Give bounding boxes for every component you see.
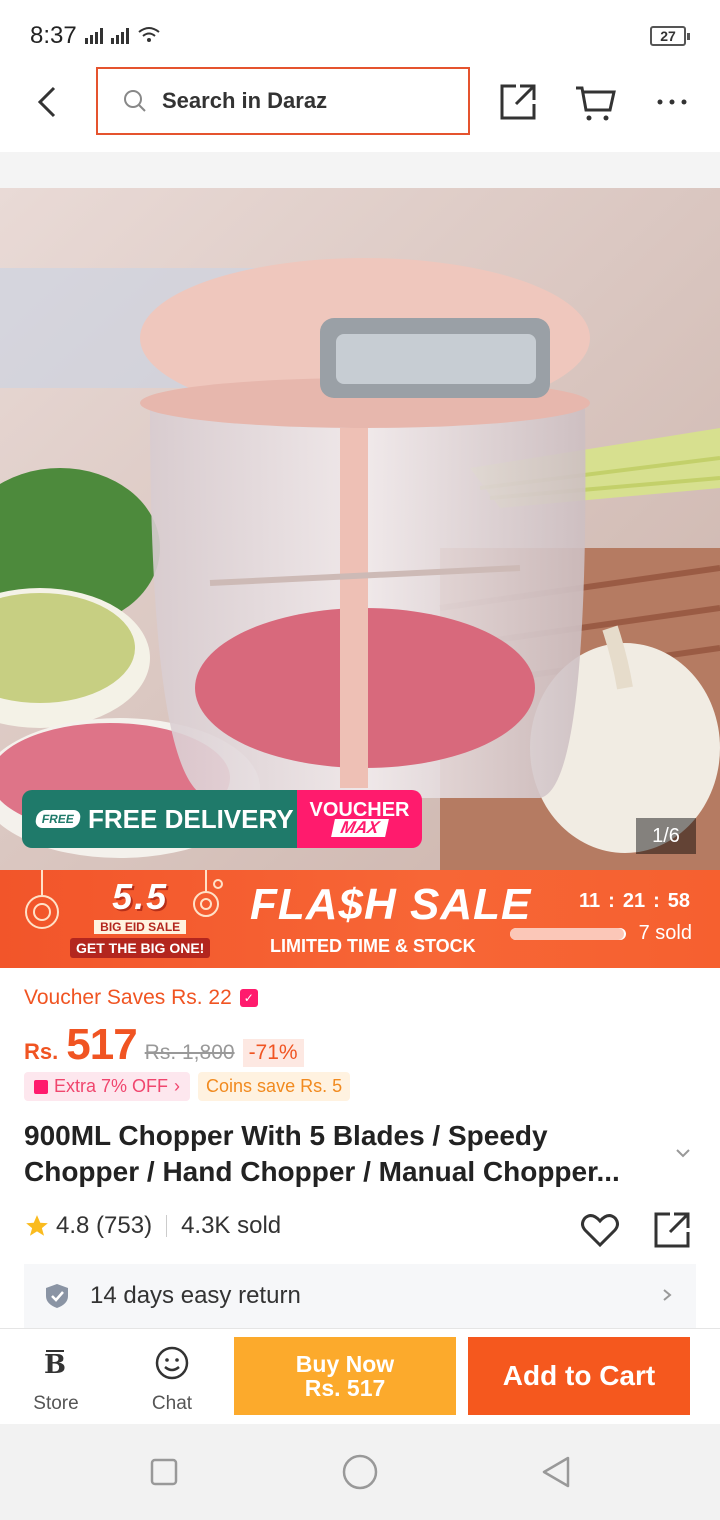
image-counter: 1/6 bbox=[636, 818, 696, 854]
chat-button[interactable]: Chat bbox=[132, 1343, 212, 1415]
timer-seconds: 58 bbox=[667, 890, 690, 912]
chat-icon bbox=[155, 1346, 189, 1380]
extra-off-chip[interactable]: Extra 7% OFF › bbox=[24, 1072, 191, 1101]
signal-icon bbox=[85, 26, 161, 44]
share-icon[interactable] bbox=[496, 80, 540, 124]
voucher-icon: ✓ bbox=[239, 989, 258, 1007]
separator bbox=[166, 1215, 168, 1237]
recents-icon[interactable] bbox=[146, 1454, 182, 1490]
original-price: Rs. 1,800 bbox=[144, 1041, 235, 1064]
voucher-label: VOUCHER bbox=[309, 799, 410, 821]
product-image-gallery[interactable]: FREE FREE DELIVERY VOUCHER MAX 1/6 bbox=[0, 188, 720, 870]
rating-row[interactable]: 4.8 (753) 4.3K sold bbox=[24, 1212, 281, 1240]
sold-count: 4.3K sold bbox=[181, 1212, 282, 1239]
rating-value: 4.8 (753) bbox=[56, 1212, 153, 1239]
wifi-icon bbox=[138, 27, 160, 42]
battery-icon: 27 bbox=[650, 26, 690, 46]
flash-sale-title: FLA$H SALE bbox=[250, 880, 532, 929]
more-icon[interactable] bbox=[650, 80, 694, 124]
campaign-number: 5.5 bbox=[112, 876, 169, 917]
search-placeholder: Search in Daraz bbox=[162, 88, 328, 113]
chopper-product-photo bbox=[0, 188, 720, 870]
buy-now-button[interactable]: Buy Now Rs. 517 bbox=[234, 1337, 456, 1415]
top-header: Search in Daraz bbox=[0, 64, 720, 152]
store-label: Store bbox=[33, 1393, 79, 1414]
product-info: Voucher Saves Rs. 22 ✓ Rs. 517 Rs. 1,800… bbox=[0, 968, 720, 1328]
back-icon[interactable] bbox=[28, 82, 68, 122]
flash-sale-banner[interactable]: 5.5 BIG EID SALE GET THE BIG ONE! FLA$H … bbox=[0, 870, 720, 968]
voucher-max-label: MAX bbox=[330, 818, 389, 837]
share-icon[interactable] bbox=[650, 1208, 694, 1252]
divider-band bbox=[0, 152, 720, 188]
store-button[interactable]: B Store bbox=[16, 1343, 96, 1415]
coins-chip[interactable]: Coins save Rs. 5 bbox=[198, 1072, 351, 1101]
search-input[interactable]: Search in Daraz bbox=[96, 67, 470, 135]
status-time: 8:37 bbox=[30, 22, 77, 49]
chevron-right-icon bbox=[663, 1289, 672, 1301]
product-title: 900ML Chopper With 5 Blades / Speedy Cho… bbox=[24, 1120, 620, 1187]
cart-icon[interactable] bbox=[572, 80, 616, 124]
return-policy-row[interactable]: 14 days easy return bbox=[24, 1264, 696, 1328]
voucher-saves[interactable]: Voucher Saves Rs. 22 ✓ bbox=[24, 986, 258, 1010]
shield-icon bbox=[46, 1284, 68, 1308]
timer-minutes: 21 bbox=[622, 890, 646, 912]
countdown-timer: 11: 21: 58 bbox=[579, 890, 690, 912]
timer-hours: 11 bbox=[579, 890, 601, 912]
chevron-right-icon: › bbox=[174, 1076, 181, 1096]
store-logo-icon: B bbox=[44, 1350, 66, 1380]
flash-sale-subtitle: LIMITED TIME & STOCK bbox=[270, 936, 476, 956]
back-nav-icon[interactable] bbox=[538, 1454, 574, 1490]
chevron-down-icon[interactable] bbox=[674, 1144, 692, 1162]
flash-sold-count: 7 sold bbox=[638, 922, 692, 944]
free-delivery-label: FREE DELIVERY bbox=[88, 803, 294, 834]
discount-badge: -71% bbox=[242, 1039, 304, 1067]
campaign-line1: BIG EID SALE bbox=[94, 920, 187, 934]
buy-now-label: Buy Now bbox=[295, 1351, 395, 1377]
free-tag: FREE bbox=[34, 810, 82, 828]
voucher-saves-label: Voucher Saves Rs. 22 bbox=[24, 986, 232, 1009]
campaign-line2: GET THE BIG ONE! bbox=[70, 938, 211, 958]
promo-chips: Extra 7% OFF › Coins save Rs. 5 bbox=[24, 1072, 351, 1101]
campaign-badge: 5.5 BIG EID SALE GET THE BIG ONE! bbox=[70, 876, 211, 958]
star-icon bbox=[26, 1215, 48, 1236]
heart-icon[interactable] bbox=[578, 1208, 622, 1252]
product-page: 8:37 27 Search in Daraz FREE FREE DELIVE… bbox=[0, 0, 720, 1520]
currency: Rs. bbox=[24, 1039, 59, 1064]
add-to-cart-button[interactable]: Add to Cart bbox=[468, 1337, 690, 1415]
chat-label: Chat bbox=[151, 1393, 193, 1414]
current-price: 517 bbox=[66, 1020, 137, 1069]
bottom-action-bar: B Store Chat Buy Now Rs. 517 Add to Cart bbox=[0, 1328, 720, 1424]
search-icon bbox=[124, 90, 146, 112]
sold-progress-fill bbox=[510, 928, 624, 940]
status-bar: 8:37 27 bbox=[0, 0, 720, 64]
extra-off-label: Extra 7% OFF bbox=[54, 1076, 169, 1096]
buy-now-price: Rs. 517 bbox=[304, 1375, 386, 1401]
svg-text:B: B bbox=[44, 1350, 66, 1380]
system-nav-bar bbox=[0, 1424, 720, 1520]
return-policy-label: 14 days easy return bbox=[90, 1282, 301, 1309]
home-icon[interactable] bbox=[340, 1452, 380, 1492]
sold-progress-bar bbox=[510, 928, 626, 940]
free-delivery-voucher-banner: FREE FREE DELIVERY VOUCHER MAX bbox=[22, 790, 422, 848]
voucher-small-icon bbox=[34, 1079, 48, 1094]
price-row: Rs. 517 Rs. 1,800 -71% bbox=[24, 1020, 304, 1070]
